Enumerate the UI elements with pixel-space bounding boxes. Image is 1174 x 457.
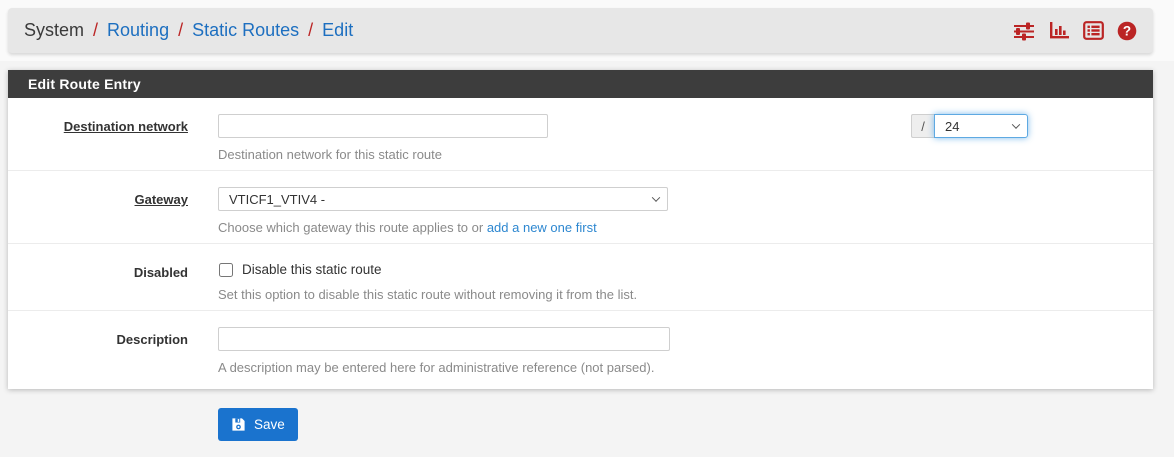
disabled-help: Set this option to disable this static r… <box>218 287 1153 302</box>
breadcrumb-link-routing[interactable]: Routing <box>107 20 169 41</box>
save-button[interactable]: Save <box>218 408 298 441</box>
edit-route-panel: Edit Route Entry Destination network / 2… <box>8 70 1153 389</box>
breadcrumb-separator: / <box>178 20 183 41</box>
gateway-help: Choose which gateway this route applies … <box>218 220 1153 235</box>
gateway-select[interactable]: VTICF1_VTIV4 - <box>218 187 668 211</box>
breadcrumb-current-edit: Edit <box>322 20 353 41</box>
bar-chart-icon[interactable] <box>1048 21 1070 41</box>
gateway-label: Gateway <box>8 187 188 235</box>
panel-title: Edit Route Entry <box>8 70 1153 98</box>
disabled-label: Disabled <box>8 260 188 302</box>
breadcrumb-system: System <box>24 20 84 41</box>
destination-network-input[interactable] <box>218 114 548 138</box>
destination-network-label: Destination network <box>8 114 188 162</box>
header-icon-group: ? <box>1013 21 1137 41</box>
disable-route-checkbox[interactable] <box>219 263 233 277</box>
add-gateway-link[interactable]: add a new one first <box>487 220 597 235</box>
svg-text:?: ? <box>1123 23 1131 38</box>
description-row: Description A description may be entered… <box>8 311 1153 389</box>
save-button-label: Save <box>254 417 285 432</box>
floppy-save-icon <box>231 417 246 432</box>
disabled-row: Disabled Disable this static route Set t… <box>8 244 1153 311</box>
description-help: A description may be entered here for ad… <box>218 360 1153 375</box>
description-label: Description <box>8 327 188 375</box>
top-header: System / Routing / Static Routes / Edit <box>0 0 1174 61</box>
gateway-row: Gateway VTICF1_VTIV4 - Choose which gate… <box>8 171 1153 244</box>
form-actions: Save <box>218 408 1174 441</box>
destination-network-help: Destination network for this static rout… <box>218 147 1153 162</box>
subnet-mask-group: / 24 <box>911 114 1028 138</box>
destination-network-row: Destination network / 24 Destination net… <box>8 98 1153 171</box>
help-circle-icon[interactable]: ? <box>1117 21 1137 41</box>
breadcrumb-separator: / <box>308 20 313 41</box>
disable-route-checkbox-label: Disable this static route <box>242 262 382 277</box>
breadcrumb-separator: / <box>93 20 98 41</box>
subnet-mask-select[interactable]: 24 <box>934 114 1028 138</box>
list-icon[interactable] <box>1083 21 1104 40</box>
breadcrumb: System / Routing / Static Routes / Edit <box>24 20 353 41</box>
breadcrumb-link-static-routes[interactable]: Static Routes <box>192 20 299 41</box>
sliders-icon[interactable] <box>1013 21 1035 41</box>
description-input[interactable] <box>218 327 670 351</box>
breadcrumb-bar: System / Routing / Static Routes / Edit <box>8 8 1153 53</box>
mask-slash-prefix: / <box>911 114 934 138</box>
